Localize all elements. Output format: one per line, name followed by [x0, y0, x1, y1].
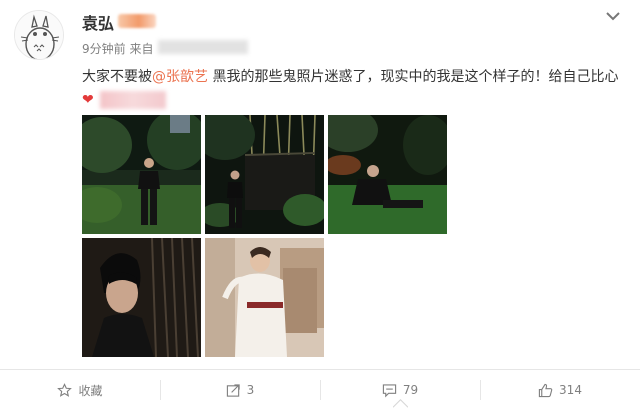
post-text-after: 黑我的那些鬼照片迷惑了，现实中的我是这个样子的！给自己比心 [208, 69, 619, 85]
post-time[interactable]: 9分钟前 [82, 42, 126, 56]
post-text-before: 大家不要被 [82, 69, 152, 85]
weibo-post-card: 袁弘 9分钟前 来自 大家不要被@张歆艺 黑我的那些鬼照片迷惑了，现实中的我是这… [0, 0, 640, 410]
photo-image [328, 115, 447, 234]
chevron-down-icon[interactable] [605, 10, 621, 22]
blurred-text [99, 91, 166, 109]
username[interactable]: 袁弘 [82, 10, 114, 34]
photo-image [82, 115, 201, 234]
repost-count: 3 [246, 383, 255, 397]
post-text: 大家不要被@张歆艺 黑我的那些鬼照片迷惑了，现实中的我是这个样子的！给自己比心 ❤ [82, 66, 628, 112]
repost-button[interactable]: 3 [160, 370, 320, 410]
star-icon [57, 382, 73, 397]
heart-emoji: ❤ [82, 92, 94, 108]
photo-image [205, 115, 324, 234]
photo-thumbnail[interactable] [205, 238, 324, 357]
photo-thumbnail[interactable] [205, 115, 324, 234]
comment-button[interactable]: 79 [320, 370, 480, 410]
favorite-button[interactable]: 收藏 [0, 370, 160, 410]
like-count: 314 [559, 383, 582, 397]
like-button[interactable]: 314 [480, 370, 640, 410]
blurred-source [158, 40, 248, 54]
photo-image [82, 238, 201, 357]
blurred-badge [118, 14, 156, 28]
active-caret-icon [393, 398, 408, 408]
mention-link[interactable]: @张歆艺 [152, 69, 208, 85]
repost-icon [226, 383, 240, 397]
photo-thumbnail[interactable] [328, 115, 447, 234]
photo-thumbnail[interactable] [82, 238, 201, 357]
thumbs-up-icon [538, 383, 553, 397]
post-source-prefix: 来自 [129, 42, 154, 56]
totoro-avatar-icon [15, 11, 63, 59]
photo-thumbnail[interactable] [82, 115, 201, 234]
comment-count: 79 [402, 383, 419, 397]
photo-image [205, 238, 324, 357]
avatar[interactable] [14, 10, 64, 60]
post-meta: 9分钟前 来自 [82, 40, 153, 57]
favorite-label: 收藏 [78, 383, 103, 398]
action-bar: 收藏 3 79 314 [0, 370, 640, 410]
